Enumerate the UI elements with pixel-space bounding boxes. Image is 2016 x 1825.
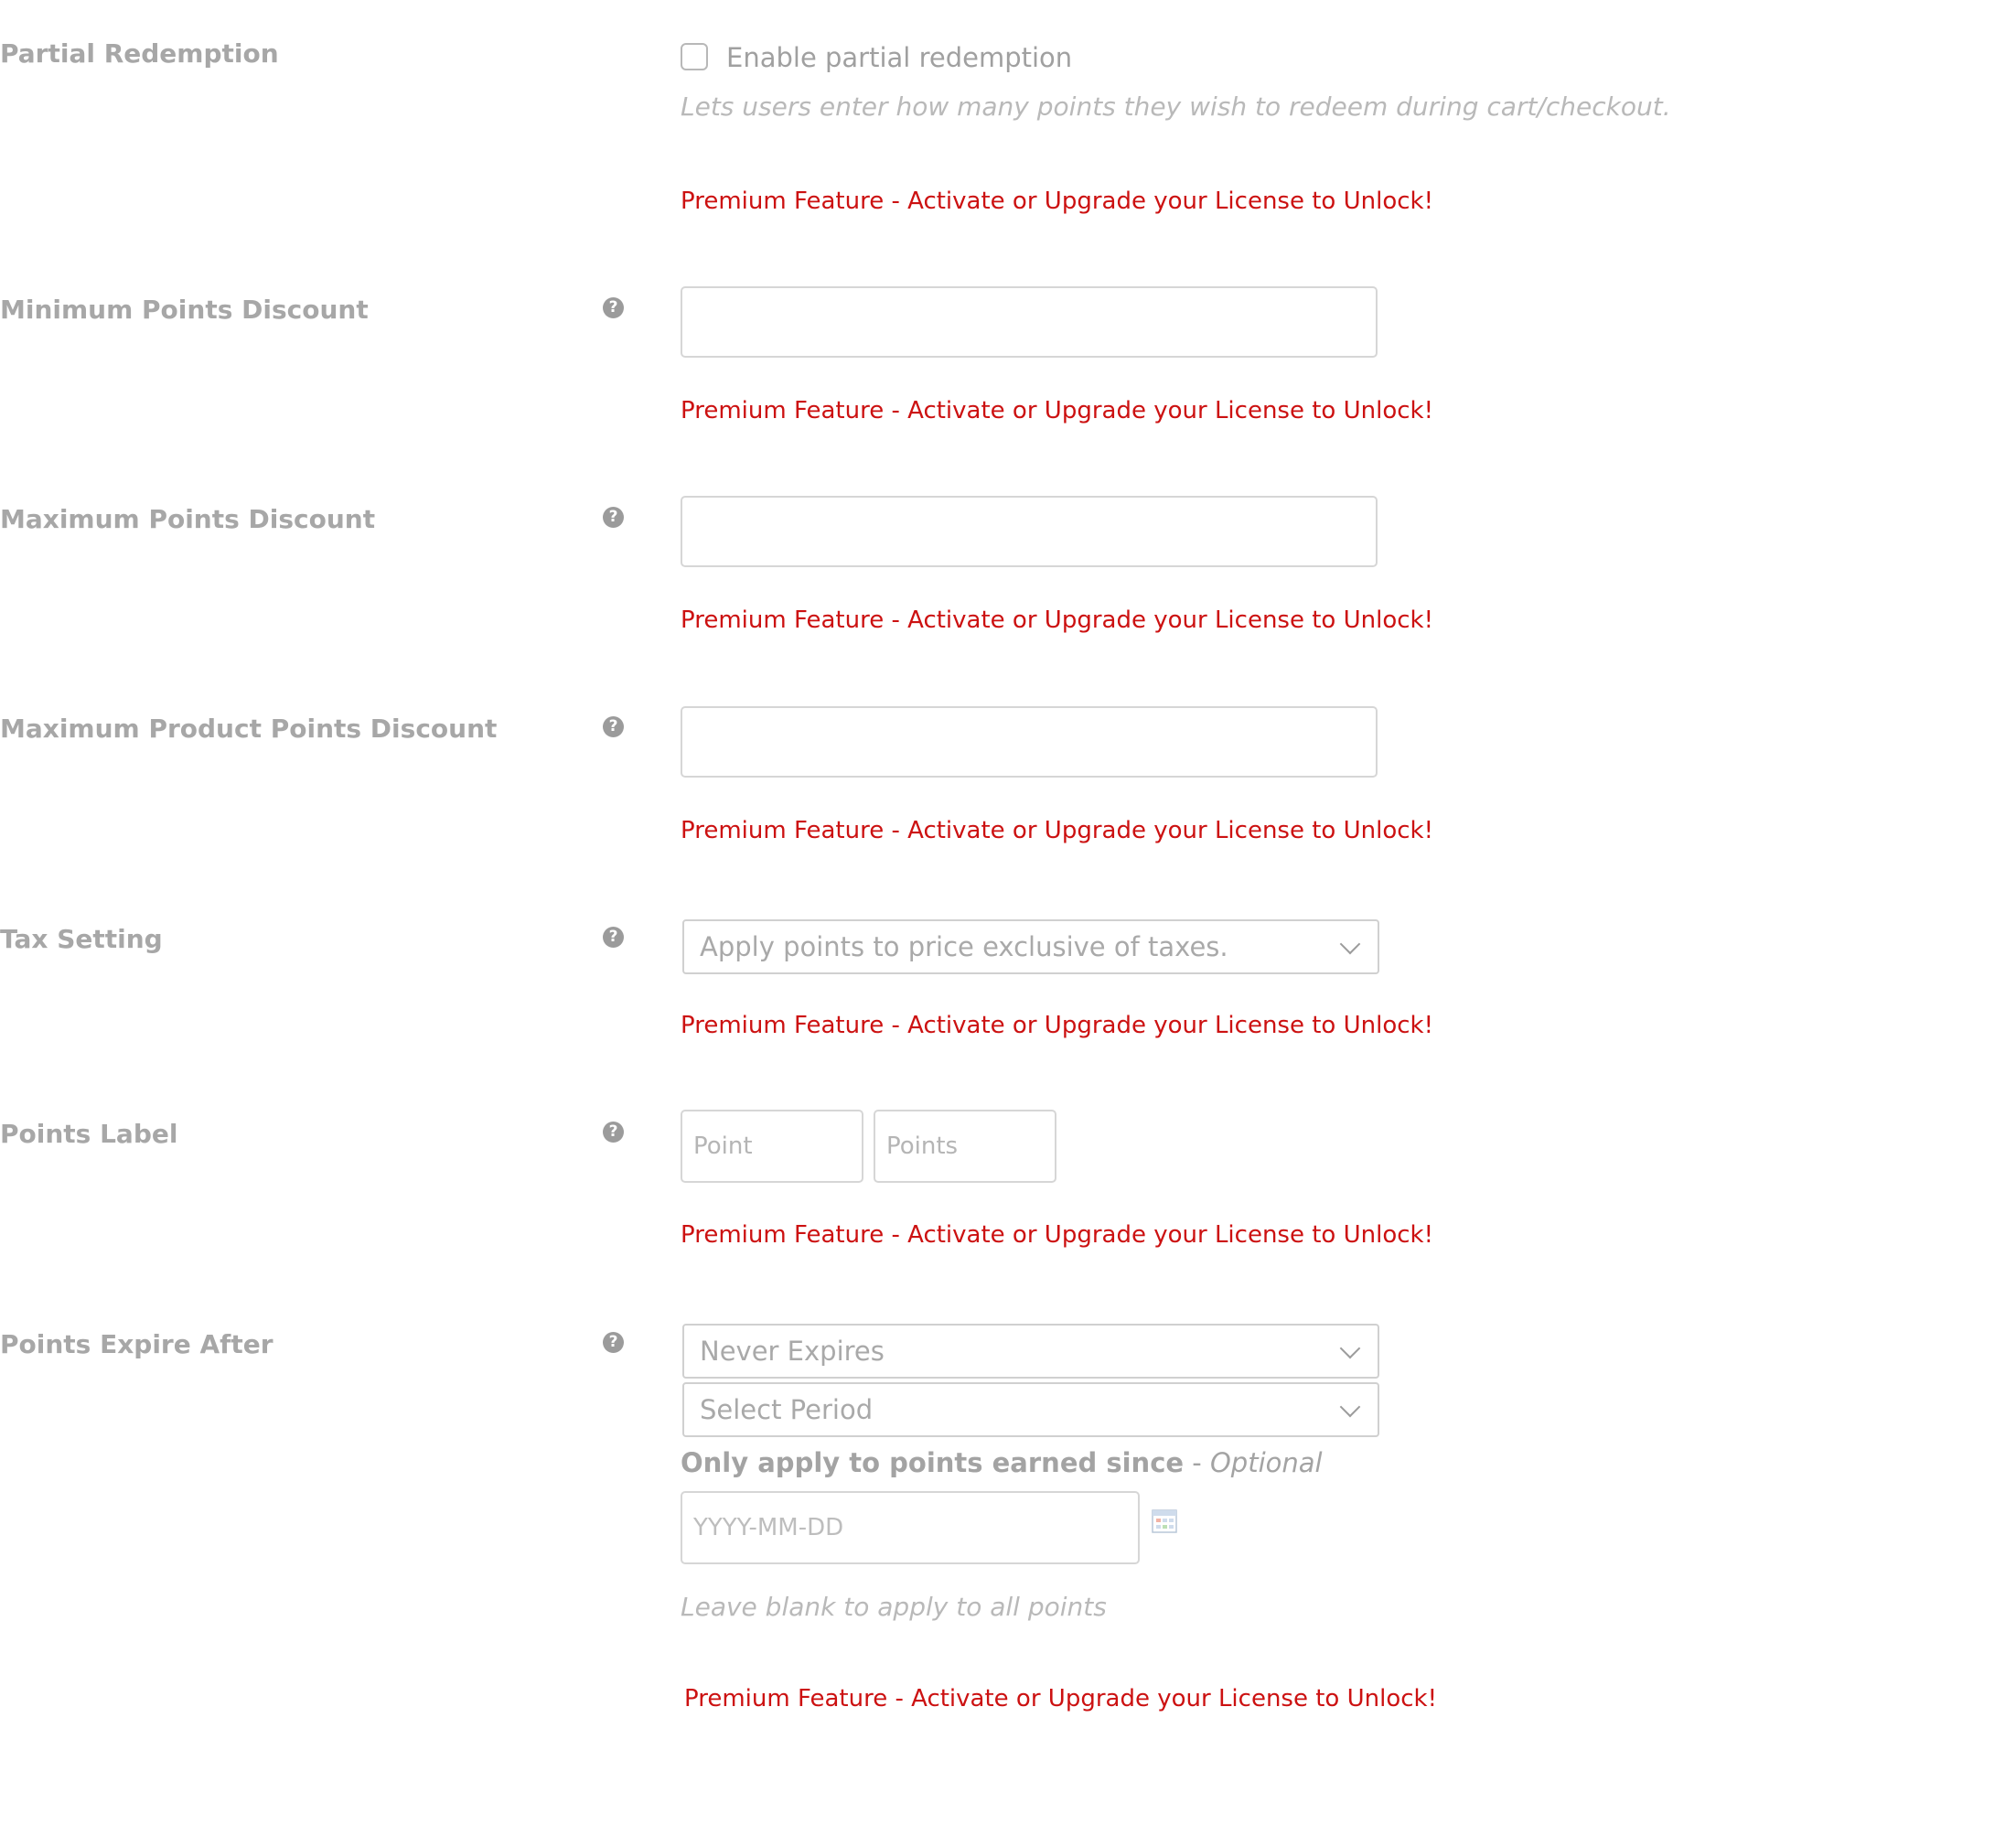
premium-notice: Premium Feature - Activate or Upgrade yo… [681,607,1434,634]
help-icon[interactable]: ? [603,1122,624,1143]
maximum-points-discount-label: Maximum Points Discount [0,504,376,534]
minimum-points-discount-input[interactable] [681,286,1378,358]
premium-notice: Premium Feature - Activate or Upgrade yo… [684,1685,1438,1712]
expiry-period-select[interactable]: Select Period [682,1382,1379,1437]
premium-notice: Premium Feature - Activate or Upgrade yo… [681,817,1434,844]
points-label-singular-input[interactable] [681,1110,863,1183]
chevron-down-icon [1339,1337,1361,1359]
enable-partial-redemption-label[interactable]: Enable partial redemption [726,42,1072,73]
tax-setting-selected-value: Apply points to price exclusive of taxes… [700,931,1228,962]
tax-setting-select[interactable]: Apply points to price exclusive of taxes… [682,919,1379,974]
chevron-down-icon [1339,933,1361,955]
help-icon[interactable]: ? [603,507,624,528]
premium-notice: Premium Feature - Activate or Upgrade yo… [681,1012,1434,1039]
help-icon[interactable]: ? [603,716,624,737]
maximum-product-points-discount-input[interactable] [681,706,1378,778]
premium-notice: Premium Feature - Activate or Upgrade yo… [681,1221,1434,1249]
points-label-plural-input[interactable] [874,1110,1056,1183]
help-icon[interactable]: ? [603,297,624,318]
since-label-text: Only apply to points earned since [681,1447,1185,1478]
help-icon[interactable]: ? [603,927,624,948]
calendar-icon[interactable] [1152,1508,1177,1533]
help-icon[interactable]: ? [603,1332,624,1353]
chevron-down-icon [1339,1396,1361,1418]
points-expiry-select[interactable]: Never Expires [682,1324,1379,1379]
expiry-period-selected-value: Select Period [700,1394,874,1425]
points-earned-since-label: Only apply to points earned since - Opti… [681,1447,1323,1478]
points-expiry-selected-value: Never Expires [700,1336,885,1367]
maximum-product-points-discount-label: Maximum Product Points Discount [0,714,498,744]
earned-since-date-input[interactable] [681,1491,1140,1564]
minimum-points-discount-label: Minimum Points Discount [0,295,369,325]
since-label-separator: - [1184,1447,1210,1478]
optional-tag: Optional [1209,1447,1323,1478]
partial-redemption-description: Lets users enter how many points they wi… [681,91,1671,122]
points-label-label: Points Label [0,1119,178,1149]
enable-partial-redemption-checkbox[interactable] [681,43,708,70]
premium-notice: Premium Feature - Activate or Upgrade yo… [681,397,1434,424]
partial-redemption-label: Partial Redemption [0,38,279,69]
premium-notice: Premium Feature - Activate or Upgrade yo… [681,188,1434,215]
points-expire-after-label: Points Expire After [0,1329,273,1359]
date-hint: Leave blank to apply to all points [681,1592,1107,1622]
maximum-points-discount-input[interactable] [681,496,1378,567]
tax-setting-label: Tax Setting [0,924,163,954]
